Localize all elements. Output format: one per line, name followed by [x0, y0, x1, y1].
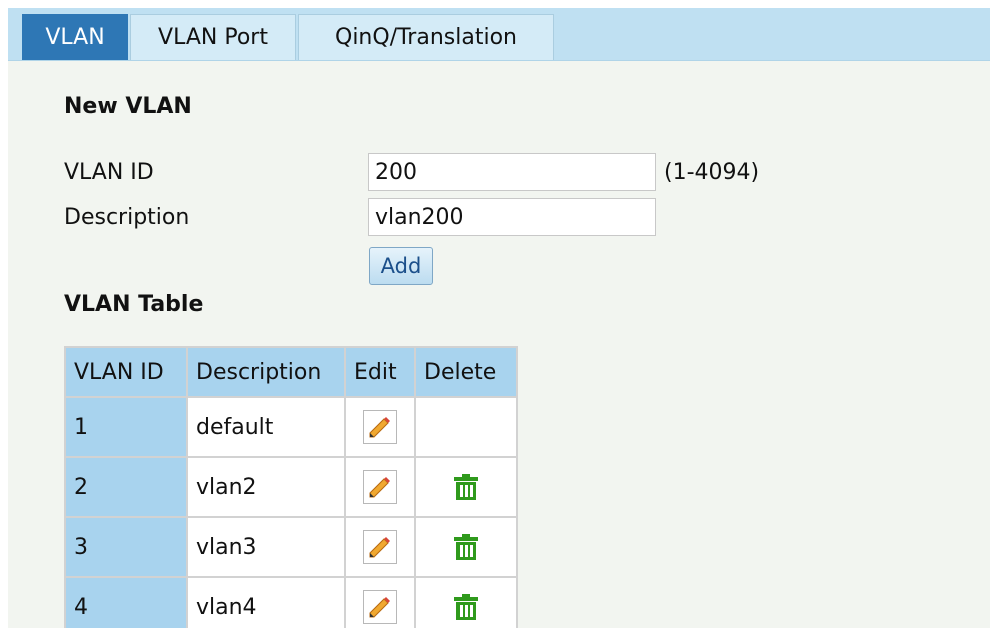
pencil-edit-icon[interactable] [363, 530, 397, 564]
col-header-vlan-id: VLAN ID [64, 346, 188, 398]
table-row: 4 vlan4 [64, 576, 518, 628]
description-input[interactable] [368, 198, 656, 236]
delete-cell [414, 456, 518, 518]
trash-delete-icon[interactable] [449, 530, 483, 564]
vlan-config-panel: VLAN VLAN Port QinQ/Translation New VLAN… [8, 8, 990, 628]
description-label: Description [64, 205, 190, 230]
vlan-table-title: VLAN Table [64, 292, 204, 317]
vlan-id-cell: 3 [64, 516, 188, 578]
col-header-edit: Edit [344, 346, 416, 398]
edit-cell [344, 576, 416, 628]
vlan-description-cell: vlan2 [186, 456, 346, 518]
vlan-id-cell: 2 [64, 456, 188, 518]
col-header-delete: Delete [414, 346, 518, 398]
edit-cell [344, 456, 416, 518]
delete-cell [414, 396, 518, 458]
table-row: 1 default [64, 396, 518, 458]
vlan-id-cell: 4 [64, 576, 188, 628]
edit-cell [344, 396, 416, 458]
vlan-id-range-hint: (1-4094) [664, 160, 760, 185]
tab-bar: VLAN VLAN Port QinQ/Translation [8, 8, 990, 61]
vlan-id-cell: 1 [64, 396, 188, 458]
edit-cell [344, 516, 416, 578]
trash-delete-icon[interactable] [449, 470, 483, 504]
vlan-id-label: VLAN ID [64, 160, 154, 185]
tab-qinq-translation[interactable]: QinQ/Translation [298, 14, 554, 60]
vlan-id-input[interactable] [368, 153, 656, 191]
vlan-description-cell: default [186, 396, 346, 458]
delete-cell [414, 576, 518, 628]
table-row: 3 vlan3 [64, 516, 518, 578]
vlan-description-cell: vlan3 [186, 516, 346, 578]
trash-delete-icon[interactable] [449, 590, 483, 624]
tab-vlan[interactable]: VLAN [22, 14, 128, 60]
new-vlan-title: New VLAN [64, 94, 192, 119]
tab-vlan-port[interactable]: VLAN Port [130, 14, 296, 60]
table-header-row: VLAN ID Description Edit Delete [64, 346, 518, 398]
pencil-edit-icon[interactable] [363, 590, 397, 624]
vlan-table: VLAN ID Description Edit Delete 1 defaul… [64, 346, 518, 628]
pencil-edit-icon[interactable] [363, 410, 397, 444]
vlan-description-cell: vlan4 [186, 576, 346, 628]
delete-cell [414, 516, 518, 578]
add-button[interactable]: Add [369, 247, 433, 285]
pencil-edit-icon[interactable] [363, 470, 397, 504]
table-row: 2 vlan2 [64, 456, 518, 518]
col-header-description: Description [186, 346, 346, 398]
